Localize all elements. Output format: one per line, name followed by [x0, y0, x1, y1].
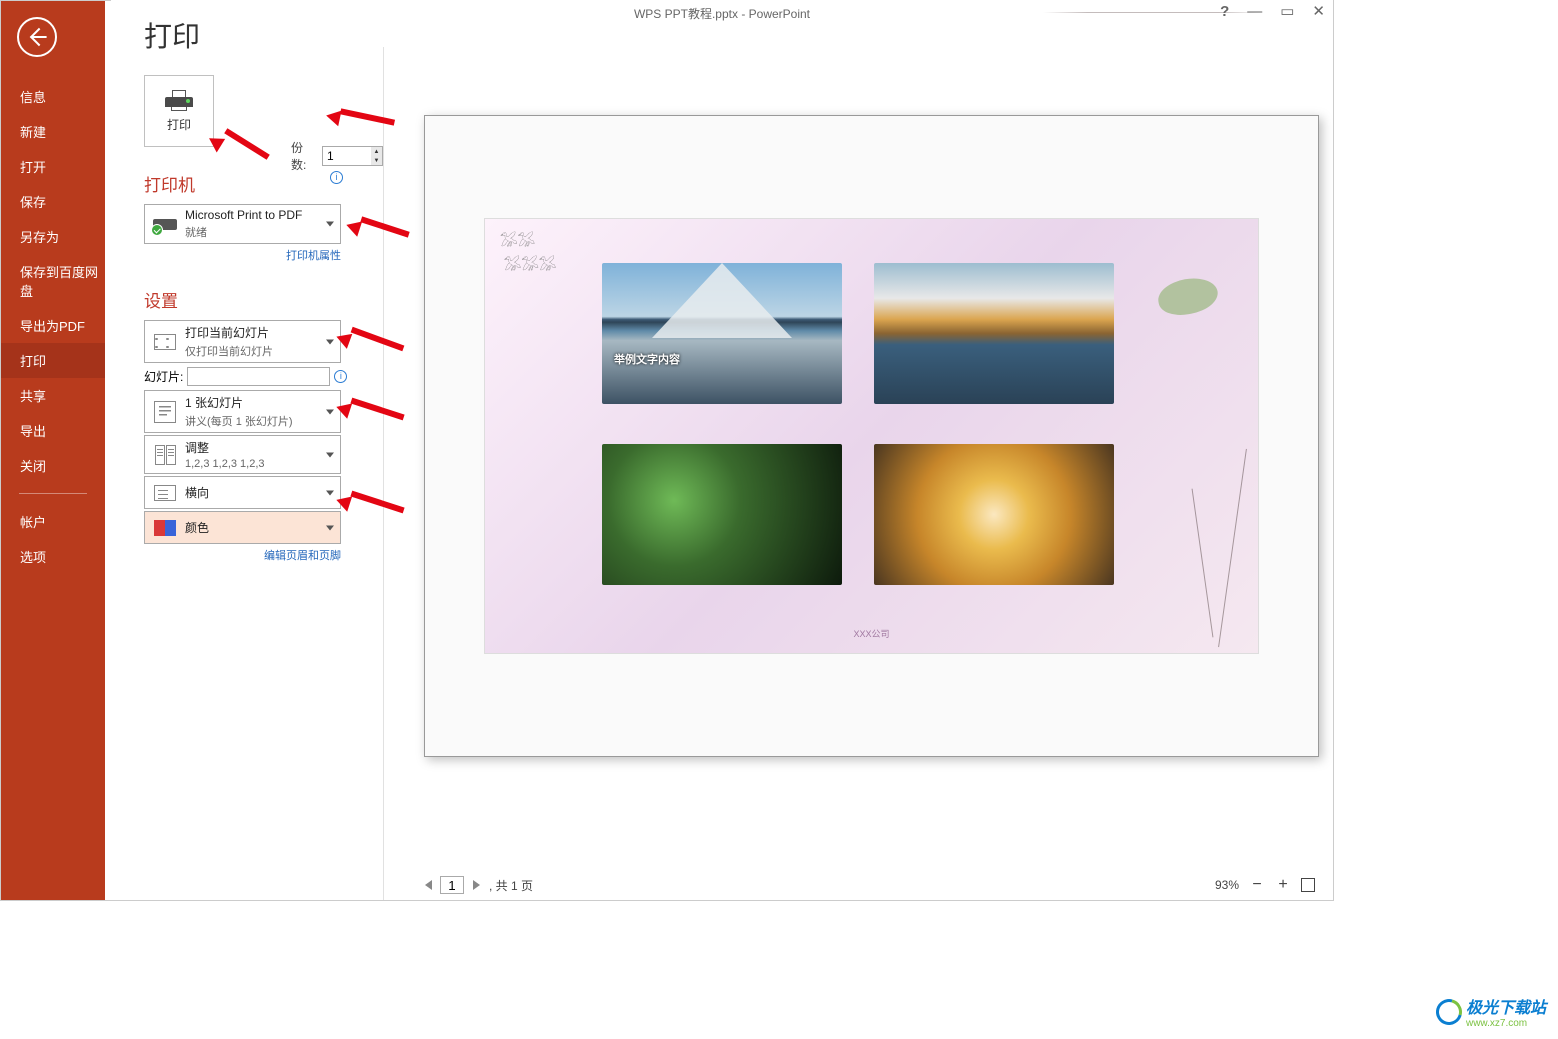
copies-spin-down[interactable]: ▼: [371, 156, 382, 165]
chevron-down-icon: [326, 339, 334, 344]
page-total-label: , 共 1 页: [489, 877, 533, 894]
slide-image-1: 举例文字内容: [602, 263, 842, 404]
collate-selector[interactable]: 调整 1,2,3 1,2,3 1,2,3: [144, 435, 341, 474]
print-settings-panel: 打印 打印 份数: ▲ ▼: [105, 1, 383, 900]
printer-status: 就绪: [185, 224, 334, 240]
layout-icon: [154, 401, 176, 423]
sidebar-item-info[interactable]: 信息: [1, 79, 105, 114]
orientation-selector[interactable]: 横向: [144, 476, 341, 509]
copies-label: 份数:: [291, 139, 316, 173]
birds-decoration: 𓅮 𓅮 𓅮 𓅮 𓅮: [500, 227, 554, 275]
chevron-down-icon: [326, 452, 334, 457]
page-number-input[interactable]: [440, 876, 464, 894]
slides-range-input[interactable]: [187, 367, 330, 386]
sidebar-item-export[interactable]: 导出: [1, 413, 105, 448]
settings-section-title: 设置: [144, 287, 383, 312]
preview-slide: 𓅮 𓅮 𓅮 𓅮 𓅮 举例文字内容 XXX公司: [484, 218, 1259, 654]
copies-input[interactable]: [323, 147, 371, 165]
printer-properties-link[interactable]: 打印机属性: [144, 247, 341, 263]
collate-icon: [155, 445, 176, 465]
printer-selector[interactable]: Microsoft Print to PDF 就绪: [144, 204, 341, 244]
sidebar-item-save-baidu[interactable]: 保存到百度网盘: [1, 254, 105, 308]
slide-image-2: [874, 263, 1114, 404]
watermark-logo-icon: [1431, 994, 1467, 1030]
slide-caption: 举例文字内容: [614, 351, 680, 367]
zoom-in-button[interactable]: +: [1275, 876, 1291, 894]
backstage-sidebar: 信息 新建 打开 保存 另存为 保存到百度网盘 导出为PDF 打印 共享 导出 …: [1, 1, 105, 900]
sidebar-item-options[interactable]: 选项: [1, 539, 105, 574]
watermark-url: www.xz7.com: [1466, 1018, 1546, 1029]
slide-footer: XXX公司: [485, 627, 1258, 640]
back-button[interactable]: [17, 17, 57, 57]
printer-icon: [165, 90, 193, 112]
zoom-out-button[interactable]: −: [1249, 876, 1265, 894]
sidebar-item-saveas[interactable]: 另存为: [1, 219, 105, 254]
color-selector[interactable]: 颜色: [144, 511, 341, 544]
printer-section-title: 打印机 i: [144, 171, 383, 196]
page-title: 打印: [144, 15, 383, 55]
slide-icon: [154, 334, 176, 350]
color-swatches-icon: [154, 520, 176, 536]
chevron-down-icon: [326, 222, 334, 227]
sidebar-item-close[interactable]: 关闭: [1, 448, 105, 483]
printer-name: Microsoft Print to PDF: [185, 208, 334, 222]
page-orientation-icon: [154, 485, 176, 501]
watermark: 极光下载站 www.xz7.com: [1436, 994, 1546, 1029]
prev-page-button[interactable]: [421, 878, 435, 892]
fit-page-button[interactable]: [1301, 878, 1315, 892]
slide-image-4: [874, 444, 1114, 585]
print-button[interactable]: 打印: [144, 75, 214, 147]
status-bar: , 共 1 页 93% − +: [111, 870, 1333, 900]
printer-status-icon: [153, 214, 177, 234]
sidebar-item-save[interactable]: 保存: [1, 184, 105, 219]
copies-control: 份数: ▲ ▼: [291, 139, 383, 173]
layout-selector[interactable]: 1 张幻灯片 讲义(每页 1 张幻灯片): [144, 390, 341, 433]
preview-page: 𓅮 𓅮 𓅮 𓅮 𓅮 举例文字内容 XXX公司: [424, 115, 1319, 757]
chevron-down-icon: [326, 409, 334, 414]
print-button-label: 打印: [167, 116, 191, 133]
sidebar-item-export-pdf[interactable]: 导出为PDF: [1, 308, 105, 343]
sidebar-item-new[interactable]: 新建: [1, 114, 105, 149]
watermark-brand: 极光下载站: [1466, 1000, 1546, 1017]
chevron-down-icon: [326, 490, 334, 495]
zoom-level: 93%: [1215, 878, 1239, 892]
chevron-down-icon: [326, 525, 334, 530]
sidebar-item-open[interactable]: 打开: [1, 149, 105, 184]
slide-image-3: [602, 444, 842, 585]
print-preview: 𓅮 𓅮 𓅮 𓅮 𓅮 举例文字内容 XXX公司: [384, 1, 1333, 900]
edit-header-footer-link[interactable]: 编辑页眉和页脚: [144, 547, 341, 563]
slides-info-icon[interactable]: i: [334, 370, 347, 383]
twigs-decoration: [1133, 428, 1253, 648]
copies-spin-up[interactable]: ▲: [371, 147, 382, 156]
blob-decoration: [1155, 274, 1220, 319]
sidebar-item-share[interactable]: 共享: [1, 378, 105, 413]
print-scope-selector[interactable]: 打印当前幻灯片 仅打印当前幻灯片: [144, 320, 341, 363]
slides-range-label: 幻灯片:: [144, 368, 183, 385]
sidebar-item-account[interactable]: 帐户: [1, 504, 105, 539]
sidebar-item-print[interactable]: 打印: [1, 343, 105, 378]
next-page-button[interactable]: [469, 878, 483, 892]
